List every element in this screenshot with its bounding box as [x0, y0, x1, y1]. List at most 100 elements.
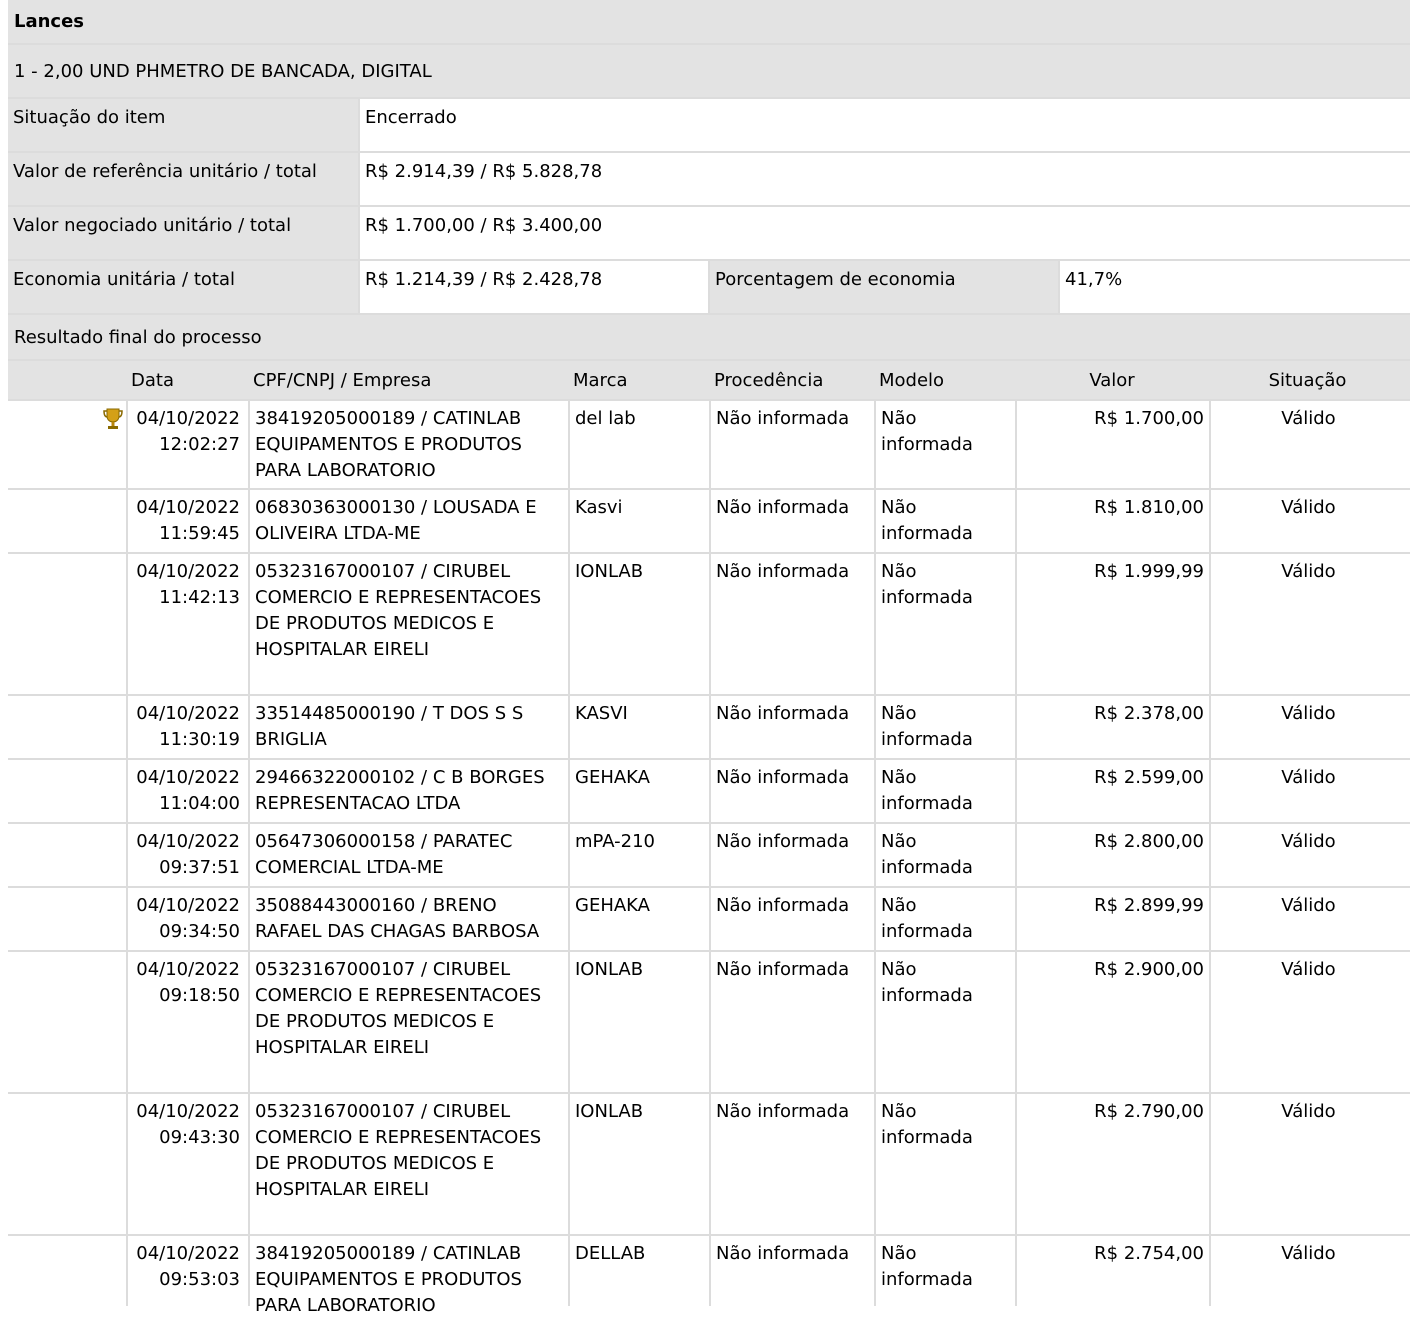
- bid-procedencia: Não informada: [709, 824, 874, 886]
- table-row: 04/10/2022 11:30:19 33514485000190 / T DOS…: [8, 696, 1410, 760]
- header-data: Data: [131, 369, 174, 391]
- bid-modelo: Não informada: [874, 696, 1015, 758]
- bid-date: 04/10/2022: [136, 831, 240, 852]
- table-row: 04/10/2022 11:04:00 29466322000102 / C B B…: [8, 760, 1410, 824]
- eco-value: R$ 1.214,39 / R$ 2.428,78: [358, 261, 708, 313]
- bid-empresa: 05323167000107 / CIRUBEL COMERCIO E REPR…: [248, 1094, 568, 1234]
- bid-marca: IONLAB: [568, 554, 709, 694]
- bid-modelo: Não informada: [874, 490, 1015, 552]
- bid-time: 11:30:19: [159, 729, 240, 750]
- bid-valor: R$ 1.700,00: [1015, 401, 1209, 488]
- winner-cell: [8, 952, 126, 1092]
- bid-empresa: 38419205000189 / CATINLAB EQUIPAMENTOS E…: [248, 1236, 568, 1316]
- table-row: 04/10/2022 11:42:13 05323167000107 / CIRUB…: [8, 554, 1410, 696]
- panel-title: Lances: [8, 0, 1410, 45]
- bid-modelo: Não informada: [874, 760, 1015, 822]
- result-section-title: Resultado final do processo: [8, 315, 1410, 361]
- bid-modelo: Não informada: [874, 888, 1015, 950]
- winner-cell: [8, 554, 126, 694]
- info-row-negociado: Valor negociado unitário / total R$ 1.70…: [8, 207, 1410, 261]
- trophy-icon: [103, 408, 123, 429]
- bid-empresa: 35088443000160 / BRENO RAFAEL DAS CHAGAS…: [248, 888, 568, 950]
- bid-datetime: 04/10/2022 09:43:30: [126, 1094, 248, 1234]
- table-row: 04/10/2022 09:37:51 05647306000158 / PARAT…: [8, 824, 1410, 888]
- bid-empresa: 06830363000130 / LOUSADA E OLIVEIRA LTDA…: [248, 490, 568, 552]
- bid-procedencia: Não informada: [709, 888, 874, 950]
- bid-situacao: Válido: [1209, 554, 1406, 694]
- bid-marca: GEHAKA: [568, 760, 709, 822]
- info-row-referencia: Valor de referência unitário / total R$ …: [8, 153, 1410, 207]
- bid-valor: R$ 1.810,00: [1015, 490, 1209, 552]
- header-valor: Valor: [1089, 369, 1135, 391]
- bid-procedencia: Não informada: [709, 554, 874, 694]
- bid-situacao: Válido: [1209, 952, 1406, 1092]
- winner-cell: [8, 888, 126, 950]
- bid-date: 04/10/2022: [136, 703, 240, 724]
- bid-empresa: 38419205000189 / CATINLAB EQUIPAMENTOS E…: [248, 401, 568, 488]
- info-row-situacao: Situação do item Encerrado: [8, 99, 1410, 153]
- situacao-value: Encerrado: [358, 99, 1410, 151]
- bid-marca: del lab: [568, 401, 709, 488]
- bid-datetime: 04/10/2022 09:53:03: [126, 1236, 248, 1306]
- bid-date: 04/10/2022: [136, 1243, 240, 1264]
- ref-label: Valor de referência unitário / total: [8, 153, 358, 205]
- bid-procedencia: Não informada: [709, 1094, 874, 1234]
- bid-empresa: 05323167000107 / CIRUBEL COMERCIO E REPR…: [248, 952, 568, 1092]
- bid-datetime: 04/10/2022 11:59:45: [126, 490, 248, 552]
- bid-time: 09:53:03: [159, 1269, 240, 1290]
- bid-modelo: Não informada: [874, 952, 1015, 1092]
- situacao-label: Situação do item: [8, 99, 358, 151]
- header-marca: Marca: [573, 369, 628, 391]
- bid-time: 09:43:30: [159, 1127, 240, 1148]
- bid-time: 09:18:50: [159, 985, 240, 1006]
- bid-datetime: 04/10/2022 09:34:50: [126, 888, 248, 950]
- table-row: 04/10/2022 09:43:30 05323167000107 / CIRUB…: [8, 1094, 1410, 1236]
- bid-datetime: 04/10/2022 09:18:50: [126, 952, 248, 1092]
- bid-situacao: Válido: [1209, 760, 1406, 822]
- bid-marca: IONLAB: [568, 952, 709, 1092]
- winner-cell: [8, 824, 126, 886]
- winner-cell: [8, 696, 126, 758]
- bid-time: 11:42:13: [159, 587, 240, 608]
- bid-marca: KASVI: [568, 696, 709, 758]
- bid-time: 09:37:51: [159, 857, 240, 878]
- lances-panel: Lances 1 - 2,00 UND PHMETRO DE BANCADA, …: [8, 0, 1410, 1316]
- bid-modelo: Não informada: [874, 401, 1015, 488]
- table-row: 04/10/2022 09:18:50 05323167000107 / CIRUB…: [8, 952, 1410, 1094]
- bid-modelo: Não informada: [874, 1094, 1015, 1234]
- item-description: 1 - 2,00 UND PHMETRO DE BANCADA, DIGITAL: [8, 45, 1410, 99]
- neg-value: R$ 1.700,00 / R$ 3.400,00: [358, 207, 1410, 259]
- table-row: 04/10/2022 09:34:50 35088443000160 / BRENO…: [8, 888, 1410, 952]
- bid-date: 04/10/2022: [136, 1101, 240, 1122]
- header-modelo: Modelo: [879, 369, 945, 391]
- header-empresa: CPF/CNPJ / Empresa: [253, 369, 432, 391]
- bid-modelo: Não informada: [874, 1236, 1015, 1306]
- bid-marca: DELLAB: [568, 1236, 709, 1306]
- header-icon-column: [8, 361, 126, 399]
- bid-procedencia: Não informada: [709, 490, 874, 552]
- bid-marca: GEHAKA: [568, 888, 709, 950]
- ref-value: R$ 2.914,39 / R$ 5.828,78: [358, 153, 1410, 205]
- bids-table-body: 04/10/2022 12:02:27 38419205000189 / CATIN…: [8, 401, 1410, 1316]
- bid-time: 12:02:27: [159, 434, 240, 455]
- bid-valor: R$ 1.999,99: [1015, 554, 1209, 694]
- bid-situacao: Válido: [1209, 1236, 1406, 1306]
- bid-date: 04/10/2022: [136, 408, 240, 429]
- winner-cell: [8, 490, 126, 552]
- winner-cell: [8, 1236, 126, 1306]
- header-situacao: Situação: [1268, 369, 1347, 391]
- bid-procedencia: Não informada: [709, 760, 874, 822]
- bid-date: 04/10/2022: [136, 959, 240, 980]
- header-procedencia: Procedência: [714, 369, 824, 391]
- bid-date: 04/10/2022: [136, 895, 240, 916]
- bid-situacao: Válido: [1209, 401, 1406, 488]
- bid-situacao: Válido: [1209, 696, 1406, 758]
- bid-date: 04/10/2022: [136, 561, 240, 582]
- bid-time: 11:04:00: [159, 793, 240, 814]
- bid-marca: IONLAB: [568, 1094, 709, 1234]
- bid-modelo: Não informada: [874, 824, 1015, 886]
- bid-valor: R$ 2.378,00: [1015, 696, 1209, 758]
- bid-date: 04/10/2022: [136, 497, 240, 518]
- eco-label: Economia unitária / total: [8, 261, 358, 313]
- winner-cell: [8, 760, 126, 822]
